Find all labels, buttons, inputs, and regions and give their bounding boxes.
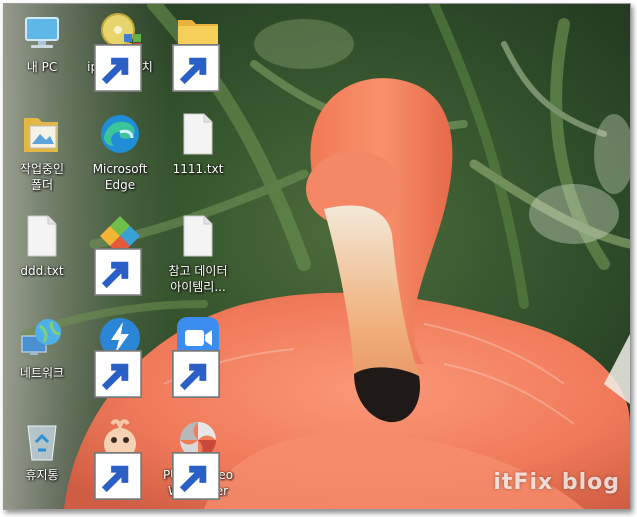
- desktop-icon-bandizip[interactable]: 반디집: [82, 310, 158, 406]
- desktop-icon-honeyview[interactable]: 꿀뷰: [82, 208, 158, 304]
- honeyview-icon: [94, 212, 144, 296]
- folder-icon: [172, 8, 222, 92]
- shortcut-arrow-icon: [172, 350, 220, 398]
- desktop-icon-label: 네트워크: [19, 366, 65, 380]
- desktop-screen: 내 PC ipTIME 설치 도우미 작업중 작업중인 폴더: [3, 3, 631, 510]
- shortcut-arrow-icon: [94, 452, 142, 500]
- desktop-icon-working-folder2[interactable]: 작업중인 폴더: [4, 106, 80, 202]
- desktop-icon-this-pc[interactable]: 내 PC: [4, 4, 80, 100]
- zoom-icon: [172, 314, 222, 398]
- alzip-icon: [94, 416, 144, 500]
- shortcut-arrow-icon: [94, 248, 142, 296]
- desktop-icon-label: 휴지통: [25, 468, 59, 482]
- desktop-icon-label: 1111.txt: [172, 162, 224, 176]
- desktop-icon-label: Microsoft Edge: [92, 162, 148, 192]
- folder-image-icon: [18, 110, 66, 158]
- bandizip-icon: [94, 314, 144, 398]
- edge-icon: [96, 110, 144, 158]
- shortcut-arrow-icon: [94, 44, 142, 92]
- desktop-icon-label: 작업중인 폴더: [19, 162, 65, 192]
- desktop-icon-label: ddd.txt: [20, 264, 64, 278]
- desktop-icon-reference-data[interactable]: 참고 데이터 아이템리...: [160, 208, 236, 304]
- shortcut-arrow-icon: [94, 350, 142, 398]
- desktop-icon-label: 내 PC: [26, 60, 58, 74]
- desktop-icon-recycle-bin[interactable]: 휴지통: [4, 412, 80, 508]
- computer-icon: [18, 8, 66, 56]
- desktop-icon-edge[interactable]: Microsoft Edge: [82, 106, 158, 202]
- desktop-icon-working-folder[interactable]: 작업중: [160, 4, 236, 100]
- desktop-icon-push-video[interactable]: PUSH Video Wallpaper: [160, 412, 236, 508]
- desktop-icon-zoom[interactable]: Zoom: [160, 310, 236, 406]
- desktop-icon-network[interactable]: 네트워크: [4, 310, 80, 406]
- desktop-icon-alzip[interactable]: 알집: [82, 412, 158, 508]
- desktop-icon-file-1111[interactable]: 1111.txt: [160, 106, 236, 202]
- network-globe-icon: [18, 314, 66, 362]
- text-file-icon: [174, 212, 222, 260]
- push-video-icon: [172, 416, 222, 500]
- desktop-icon-iptime[interactable]: ipTIME 설치 도우미: [82, 4, 158, 100]
- cd-installer-icon: [94, 8, 144, 92]
- text-file-icon: [174, 110, 222, 158]
- desktop-icon-file-ddd[interactable]: ddd.txt: [4, 208, 80, 304]
- shortcut-arrow-icon: [172, 452, 220, 500]
- text-file-icon: [18, 212, 66, 260]
- shortcut-arrow-icon: [172, 44, 220, 92]
- watermark-text: itFix blog: [493, 470, 620, 495]
- desktop-icon-label: 참고 데이터 아이템리...: [168, 264, 228, 294]
- recycle-bin-icon: [18, 416, 66, 464]
